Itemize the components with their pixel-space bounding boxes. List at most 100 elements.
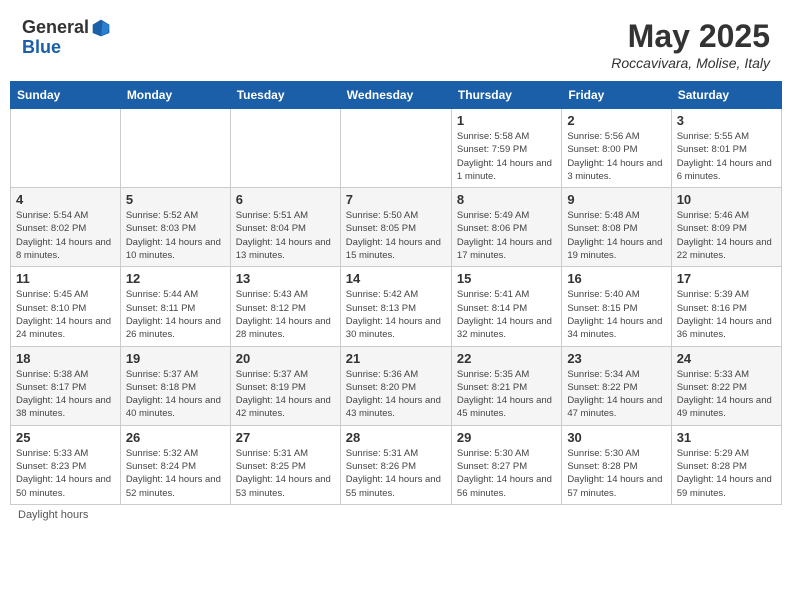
day-cell: 13 Sunrise: 5:43 AM Sunset: 8:12 PM Dayli… xyxy=(230,267,340,346)
day-number: 24 xyxy=(677,351,776,366)
day-info: Sunrise: 5:33 AM Sunset: 8:23 PM Dayligh… xyxy=(16,447,115,500)
day-cell: 22 Sunrise: 5:35 AM Sunset: 8:21 PM Dayli… xyxy=(451,346,561,425)
day-cell: 20Sunrise: 5:37 AM Sunset: 8:19 PM Dayli… xyxy=(230,346,340,425)
column-header-friday: Friday xyxy=(562,82,671,109)
day-cell: 18 Sunrise: 5:38 AM Sunset: 8:17 PM Dayli… xyxy=(11,346,121,425)
day-info: Sunrise: 5:36 AM Sunset: 8:20 PM Dayligh… xyxy=(346,368,446,421)
day-info: Sunrise: 5:35 AM Sunset: 8:21 PM Dayligh… xyxy=(457,368,556,421)
day-info: Sunrise: 5:50 AM Sunset: 8:05 PM Dayligh… xyxy=(346,209,446,262)
day-info: Sunrise: 5:29 AM Sunset: 8:28 PM Dayligh… xyxy=(677,447,776,500)
day-number: 6 xyxy=(236,192,335,207)
day-info: Sunrise: 5:44 AM Sunset: 8:11 PM Dayligh… xyxy=(126,288,225,341)
day-info: Sunrise: 5:31 AM Sunset: 8:26 PM Dayligh… xyxy=(346,447,446,500)
day-cell: 8 Sunrise: 5:49 AM Sunset: 8:06 PM Daylig… xyxy=(451,188,561,267)
day-info: Sunrise: 5:37 AM Sunset: 8:18 PM Dayligh… xyxy=(126,368,225,421)
day-cell: 16Sunrise: 5:40 AM Sunset: 8:15 PM Dayli… xyxy=(562,267,671,346)
day-cell xyxy=(120,109,230,188)
day-number: 10 xyxy=(677,192,776,207)
day-number: 19 xyxy=(126,351,225,366)
day-number: 16 xyxy=(567,271,665,286)
week-row-3: 11Sunrise: 5:45 AM Sunset: 8:10 PM Dayli… xyxy=(11,267,782,346)
day-cell: 11Sunrise: 5:45 AM Sunset: 8:10 PM Dayli… xyxy=(11,267,121,346)
day-info: Sunrise: 5:46 AM Sunset: 8:09 PM Dayligh… xyxy=(677,209,776,262)
day-cell: 27Sunrise: 5:31 AM Sunset: 8:25 PM Dayli… xyxy=(230,425,340,504)
day-number: 3 xyxy=(677,113,776,128)
day-info: Sunrise: 5:52 AM Sunset: 8:03 PM Dayligh… xyxy=(126,209,225,262)
logo-general-text: General xyxy=(22,18,89,38)
day-number: 12 xyxy=(126,271,225,286)
day-info: Sunrise: 5:30 AM Sunset: 8:27 PM Dayligh… xyxy=(457,447,556,500)
day-number: 28 xyxy=(346,430,446,445)
day-cell: 30 Sunrise: 5:30 AM Sunset: 8:28 PM Dayli… xyxy=(562,425,671,504)
day-number: 13 xyxy=(236,271,335,286)
day-number: 17 xyxy=(677,271,776,286)
location: Roccavivara, Molise, Italy xyxy=(611,55,770,71)
day-number: 15 xyxy=(457,271,556,286)
day-cell xyxy=(230,109,340,188)
day-info: Sunrise: 5:30 AM Sunset: 8:28 PM Dayligh… xyxy=(567,447,665,500)
column-header-sunday: Sunday xyxy=(11,82,121,109)
day-number: 11 xyxy=(16,271,115,286)
day-cell: 25 Sunrise: 5:33 AM Sunset: 8:23 PM Dayli… xyxy=(11,425,121,504)
day-cell: 21 Sunrise: 5:36 AM Sunset: 8:20 PM Dayli… xyxy=(340,346,451,425)
week-row-2: 4Sunrise: 5:54 AM Sunset: 8:02 PM Daylig… xyxy=(11,188,782,267)
day-cell: 24 Sunrise: 5:33 AM Sunset: 8:22 PM Dayli… xyxy=(671,346,781,425)
day-cell xyxy=(340,109,451,188)
column-header-saturday: Saturday xyxy=(671,82,781,109)
day-number: 21 xyxy=(346,351,446,366)
day-cell: 6 Sunrise: 5:51 AM Sunset: 8:04 PM Daylig… xyxy=(230,188,340,267)
month-title: May 2025 xyxy=(611,18,770,55)
day-cell: 14Sunrise: 5:42 AM Sunset: 8:13 PM Dayli… xyxy=(340,267,451,346)
day-cell: 9Sunrise: 5:48 AM Sunset: 8:08 PM Daylig… xyxy=(562,188,671,267)
title-section: May 2025 Roccavivara, Molise, Italy xyxy=(611,18,770,71)
day-number: 22 xyxy=(457,351,556,366)
day-number: 7 xyxy=(346,192,446,207)
logo: General Blue xyxy=(22,18,111,58)
day-cell: 12 Sunrise: 5:44 AM Sunset: 8:11 PM Dayli… xyxy=(120,267,230,346)
day-cell: 29Sunrise: 5:30 AM Sunset: 8:27 PM Dayli… xyxy=(451,425,561,504)
day-number: 5 xyxy=(126,192,225,207)
day-number: 31 xyxy=(677,430,776,445)
day-cell: 4Sunrise: 5:54 AM Sunset: 8:02 PM Daylig… xyxy=(11,188,121,267)
day-cell: 7 Sunrise: 5:50 AM Sunset: 8:05 PM Daylig… xyxy=(340,188,451,267)
column-header-tuesday: Tuesday xyxy=(230,82,340,109)
day-number: 26 xyxy=(126,430,225,445)
day-cell: 3Sunrise: 5:55 AM Sunset: 8:01 PM Daylig… xyxy=(671,109,781,188)
day-info: Sunrise: 5:42 AM Sunset: 8:13 PM Dayligh… xyxy=(346,288,446,341)
day-number: 2 xyxy=(567,113,665,128)
day-cell: 2 Sunrise: 5:56 AM Sunset: 8:00 PM Daylig… xyxy=(562,109,671,188)
day-cell: 15 Sunrise: 5:41 AM Sunset: 8:14 PM Dayli… xyxy=(451,267,561,346)
day-number: 9 xyxy=(567,192,665,207)
calendar-header-row: SundayMondayTuesdayWednesdayThursdayFrid… xyxy=(11,82,782,109)
day-info: Sunrise: 5:39 AM Sunset: 8:16 PM Dayligh… xyxy=(677,288,776,341)
week-row-5: 25 Sunrise: 5:33 AM Sunset: 8:23 PM Dayli… xyxy=(11,425,782,504)
day-cell: 31 Sunrise: 5:29 AM Sunset: 8:28 PM Dayli… xyxy=(671,425,781,504)
day-cell xyxy=(11,109,121,188)
column-header-thursday: Thursday xyxy=(451,82,561,109)
legend: Daylight hours xyxy=(10,505,782,525)
day-number: 8 xyxy=(457,192,556,207)
day-info: Sunrise: 5:58 AM Sunset: 7:59 PM Dayligh… xyxy=(457,130,556,183)
column-header-monday: Monday xyxy=(120,82,230,109)
logo-blue-text: Blue xyxy=(22,37,61,57)
logo-icon xyxy=(91,18,111,38)
day-number: 20 xyxy=(236,351,335,366)
day-info: Sunrise: 5:33 AM Sunset: 8:22 PM Dayligh… xyxy=(677,368,776,421)
day-info: Sunrise: 5:34 AM Sunset: 8:22 PM Dayligh… xyxy=(567,368,665,421)
day-number: 18 xyxy=(16,351,115,366)
day-number: 25 xyxy=(16,430,115,445)
day-info: Sunrise: 5:56 AM Sunset: 8:00 PM Dayligh… xyxy=(567,130,665,183)
day-info: Sunrise: 5:43 AM Sunset: 8:12 PM Dayligh… xyxy=(236,288,335,341)
day-number: 30 xyxy=(567,430,665,445)
day-cell: 1Sunrise: 5:58 AM Sunset: 7:59 PM Daylig… xyxy=(451,109,561,188)
day-info: Sunrise: 5:49 AM Sunset: 8:06 PM Dayligh… xyxy=(457,209,556,262)
day-number: 4 xyxy=(16,192,115,207)
day-cell: 19 Sunrise: 5:37 AM Sunset: 8:18 PM Dayli… xyxy=(120,346,230,425)
day-info: Sunrise: 5:31 AM Sunset: 8:25 PM Dayligh… xyxy=(236,447,335,500)
day-info: Sunrise: 5:41 AM Sunset: 8:14 PM Dayligh… xyxy=(457,288,556,341)
day-info: Sunrise: 5:51 AM Sunset: 8:04 PM Dayligh… xyxy=(236,209,335,262)
day-cell: 17 Sunrise: 5:39 AM Sunset: 8:16 PM Dayli… xyxy=(671,267,781,346)
day-cell: 10 Sunrise: 5:46 AM Sunset: 8:09 PM Dayli… xyxy=(671,188,781,267)
day-number: 23 xyxy=(567,351,665,366)
day-info: Sunrise: 5:38 AM Sunset: 8:17 PM Dayligh… xyxy=(16,368,115,421)
